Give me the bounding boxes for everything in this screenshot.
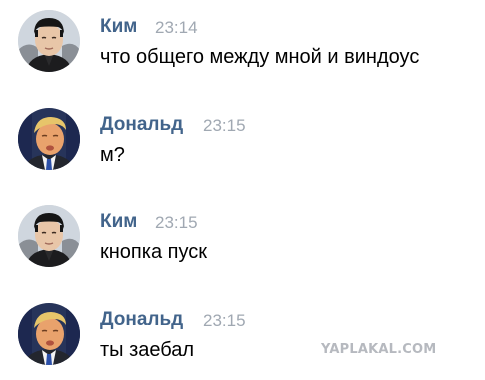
message-text: ты заебал bbox=[100, 339, 195, 361]
kim-avatar-icon[interactable] bbox=[18, 10, 80, 72]
message-author[interactable]: Ким bbox=[100, 211, 137, 233]
message-item: Ким 23:15 кнопка пуск bbox=[18, 205, 478, 277]
message-item: Дональд 23:15 м? bbox=[18, 108, 478, 180]
message-author[interactable]: Дональд bbox=[100, 114, 183, 136]
message-author[interactable]: Дональд bbox=[100, 309, 183, 331]
message-time: 23:15 bbox=[203, 311, 246, 330]
message-text: м? bbox=[100, 144, 125, 166]
watermark-text: YAPLAKAL.COM bbox=[321, 342, 437, 357]
message-text: что общего между мной и виндоус bbox=[100, 46, 420, 68]
message-item: Ким 23:14 что общего между мной и виндоу… bbox=[18, 10, 478, 82]
donald-avatar-icon[interactable] bbox=[18, 108, 80, 170]
message-text: кнопка пуск bbox=[100, 241, 207, 263]
message-time: 23:15 bbox=[203, 116, 246, 135]
message-time: 23:15 bbox=[155, 213, 198, 232]
message-time: 23:14 bbox=[155, 18, 198, 37]
donald-avatar-icon[interactable] bbox=[18, 303, 80, 365]
kim-avatar-icon[interactable] bbox=[18, 205, 80, 267]
chat-message-list: Ким 23:14 что общего между мной и виндоу… bbox=[0, 0, 485, 380]
message-item: Дональд 23:15 ты заебал bbox=[18, 303, 478, 375]
message-author[interactable]: Ким bbox=[100, 16, 137, 38]
